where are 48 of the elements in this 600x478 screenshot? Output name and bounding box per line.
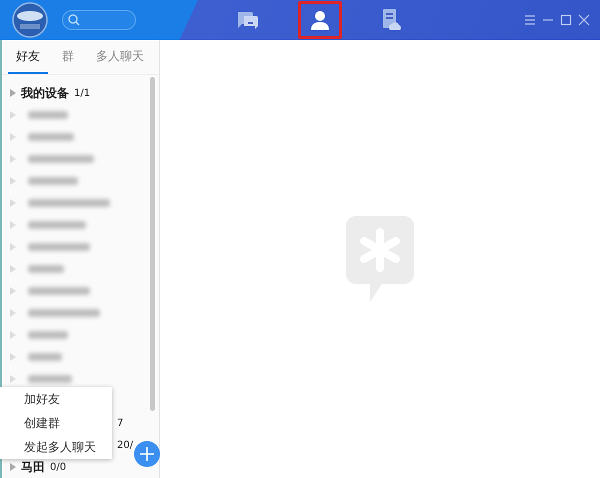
expand-arrow-icon[interactable] (10, 265, 16, 273)
expand-arrow-icon[interactable] (10, 331, 16, 339)
group-name[interactable]: 马田 (21, 458, 45, 476)
add-button[interactable] (134, 441, 160, 467)
blurred-text (28, 375, 72, 383)
blurred-text (28, 177, 78, 185)
expand-arrow-icon[interactable] (10, 177, 16, 185)
blurred-text (28, 155, 94, 163)
expand-arrow-icon[interactable] (10, 133, 16, 141)
group-count: 1/1 (74, 88, 90, 98)
expand-arrow-icon[interactable] (10, 111, 16, 119)
group-count: 7 (117, 418, 124, 428)
group-name[interactable]: 我的设备 (21, 84, 69, 102)
blurred-text (28, 243, 90, 251)
menu-item[interactable]: 发起多人聊天 (0, 435, 112, 459)
expand-arrow-icon[interactable] (10, 155, 16, 163)
blurred-text (28, 221, 86, 229)
expand-arrow-icon[interactable] (10, 221, 16, 229)
chat-bubbles-icon[interactable] (236, 9, 260, 31)
menu-item[interactable]: 加好友 (0, 387, 112, 411)
group-count: 0/0 (50, 462, 66, 472)
expand-arrow-icon[interactable] (10, 375, 16, 383)
expand-arrow-icon[interactable] (10, 353, 16, 361)
menu-icon[interactable] (524, 14, 536, 26)
menu-item[interactable]: 创建群 (0, 411, 112, 435)
expand-arrow-icon[interactable] (10, 199, 16, 207)
close-icon[interactable] (578, 14, 590, 26)
search-field[interactable] (62, 10, 136, 30)
maximize-icon[interactable] (560, 14, 572, 26)
person-icon[interactable] (309, 9, 331, 31)
expand-arrow-icon[interactable] (10, 287, 16, 295)
logo-icon (12, 2, 48, 38)
expand-arrow-icon[interactable] (10, 463, 16, 471)
expand-arrow-icon[interactable] (10, 243, 16, 251)
blurred-text (28, 353, 62, 361)
blurred-text (28, 133, 74, 141)
blurred-text (28, 331, 68, 339)
scrollbar[interactable] (150, 77, 155, 411)
blurred-text (28, 309, 100, 317)
blurred-text (28, 111, 68, 119)
document-cloud-icon[interactable] (381, 8, 403, 32)
blurred-text (28, 287, 90, 295)
tab[interactable]: 好友 (8, 40, 48, 74)
search-icon (68, 14, 80, 26)
group-count: 20/ (117, 440, 134, 450)
expand-arrow-icon[interactable] (10, 309, 16, 317)
expand-arrow-icon[interactable] (10, 89, 16, 97)
blurred-text (28, 265, 64, 273)
